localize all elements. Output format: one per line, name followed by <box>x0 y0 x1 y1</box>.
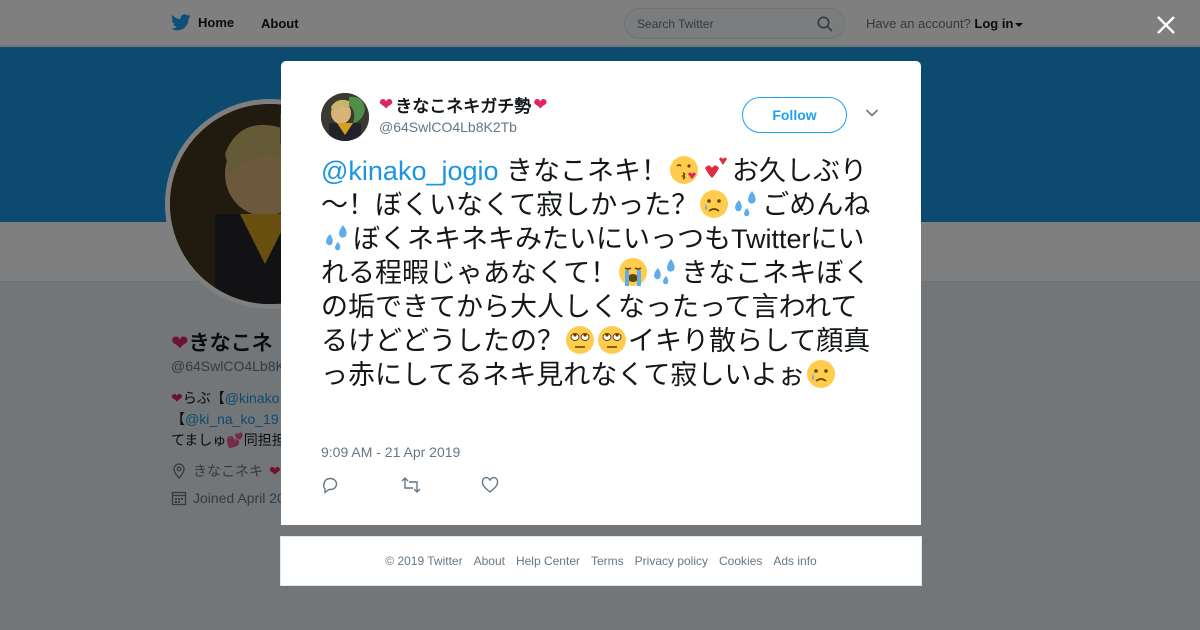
tweet-author-avatar[interactable] <box>321 93 369 141</box>
tweet-author-handle[interactable]: @64SwlCO4Lb8K2Tb <box>379 119 517 135</box>
footer-link-ads-info[interactable]: Ads info <box>773 554 816 568</box>
loudly-crying-face-emoji-icon <box>619 258 648 286</box>
tweet-actions <box>321 476 561 494</box>
chevron-down-icon[interactable] <box>865 108 879 118</box>
tweet-author-name[interactable]: ❤ きなこネキガチ勢 ❤ <box>379 92 548 117</box>
reply-icon <box>323 477 338 494</box>
crying-face-emoji-icon <box>700 190 729 218</box>
retweet-icon <box>401 477 421 493</box>
eye-roll-face-emoji-icon <box>566 326 594 354</box>
footer-link-terms[interactable]: Terms <box>591 554 624 568</box>
modal-footer: © 2019 Twitter About Help Center Terms P… <box>280 536 922 586</box>
retweet-action[interactable] <box>401 476 481 494</box>
crying-face-emoji-icon <box>806 360 835 388</box>
footer-link-privacy-policy[interactable]: Privacy policy <box>635 554 708 568</box>
kissing-face-emoji-icon <box>670 156 699 184</box>
footer-copyright: © 2019 Twitter <box>385 554 463 568</box>
tweet-mention-link[interactable]: @kinako_jogio <box>321 156 499 186</box>
follow-button[interactable]: Follow <box>742 97 847 133</box>
sweat-droplets-emoji-icon <box>654 259 675 285</box>
tweet-text-part-3: ごめんね <box>762 190 871 220</box>
eye-roll-face-emoji-icon <box>598 326 626 354</box>
tweet-text: @kinako_jogio きなこネキ！ お久しぶり～！ぼくいなくて寂しかった？ご… <box>321 154 881 392</box>
tweet-modal: ❤ きなこネキガチ勢 ❤ @64SwlCO4Lb8K2Tb Follow @kina… <box>281 61 921 525</box>
footer-link-about[interactable]: About <box>474 554 505 568</box>
like-action[interactable] <box>481 476 561 494</box>
footer-link-help-center[interactable]: Help Center <box>516 554 580 568</box>
tweet-timestamp[interactable]: 9:09 AM - 21 Apr 2019 <box>321 444 460 460</box>
like-icon <box>481 476 499 493</box>
close-icon[interactable] <box>1154 13 1178 37</box>
reply-action[interactable] <box>321 476 401 494</box>
sweat-droplets-emoji-icon <box>735 191 756 217</box>
tweet-author-name-text: きなこネキガチ勢 <box>395 97 532 116</box>
footer-link-cookies[interactable]: Cookies <box>719 554 762 568</box>
two-hearts-emoji-icon <box>705 157 728 178</box>
sweat-droplets-emoji-icon <box>326 225 347 251</box>
tweet-text-part-1: きなこネキ！ <box>498 156 669 186</box>
